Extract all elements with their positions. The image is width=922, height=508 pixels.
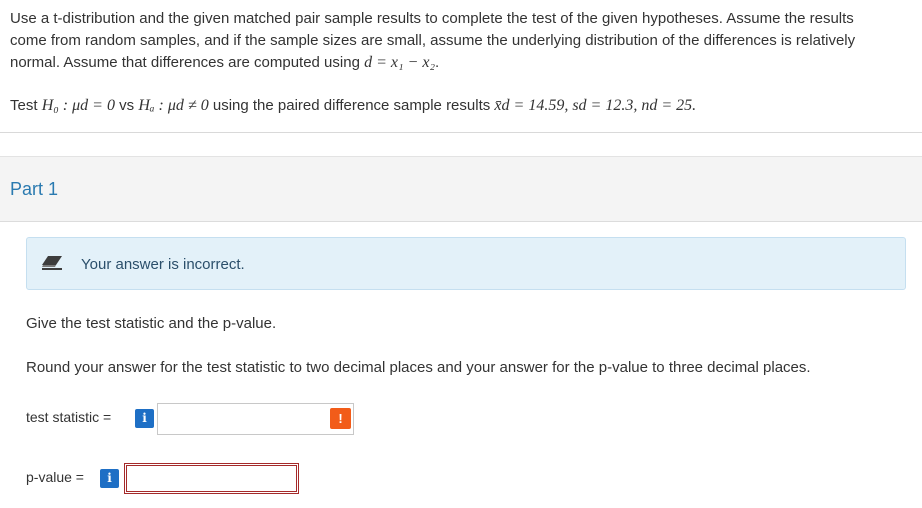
eraser-icon — [42, 256, 62, 270]
alternative-hypothesis: Hₐ : μd ≠ 0 — [138, 97, 209, 114]
rounding-instruction: Round your answer for the test statistic… — [26, 359, 811, 376]
p-value-input[interactable] — [125, 464, 298, 493]
info-icon[interactable]: i — [135, 409, 154, 428]
test-statistic-label: test statistic = — [26, 409, 112, 425]
part-title: Part 1 — [10, 179, 59, 199]
vs-text: vs — [119, 97, 135, 114]
difference-formula: d = x₁ − x₂ — [364, 54, 436, 71]
p-value-label: p-value = — [26, 469, 84, 485]
section-divider — [0, 132, 922, 133]
test-statistic-input[interactable] — [158, 404, 353, 434]
test-prefix: Test — [10, 97, 38, 114]
hypothesis-statement: Test H₀ : μd = 0 vs Hₐ : μd ≠ 0 using th… — [10, 95, 696, 117]
p-value-input-wrapper — [124, 463, 299, 494]
part-header: Part 1 — [0, 156, 922, 222]
problem-statement: Use a t-distribution and the given match… — [10, 10, 856, 71]
feedback-alert: Your answer is incorrect. — [26, 237, 906, 290]
warning-icon[interactable]: ! — [330, 408, 351, 429]
null-hypothesis: H₀ : μd = 0 — [41, 97, 115, 114]
info-icon[interactable]: i — [100, 469, 119, 488]
feedback-message: Your answer is incorrect. — [81, 256, 245, 273]
test-statistic-input-wrapper — [157, 403, 354, 435]
sample-results: x̄d = 14.59, sd = 12.3, nd = 25. — [494, 97, 697, 114]
question-instruction: Give the test statistic and the p-value. — [26, 315, 277, 332]
using-text: using the paired difference sample resul… — [212, 97, 491, 114]
